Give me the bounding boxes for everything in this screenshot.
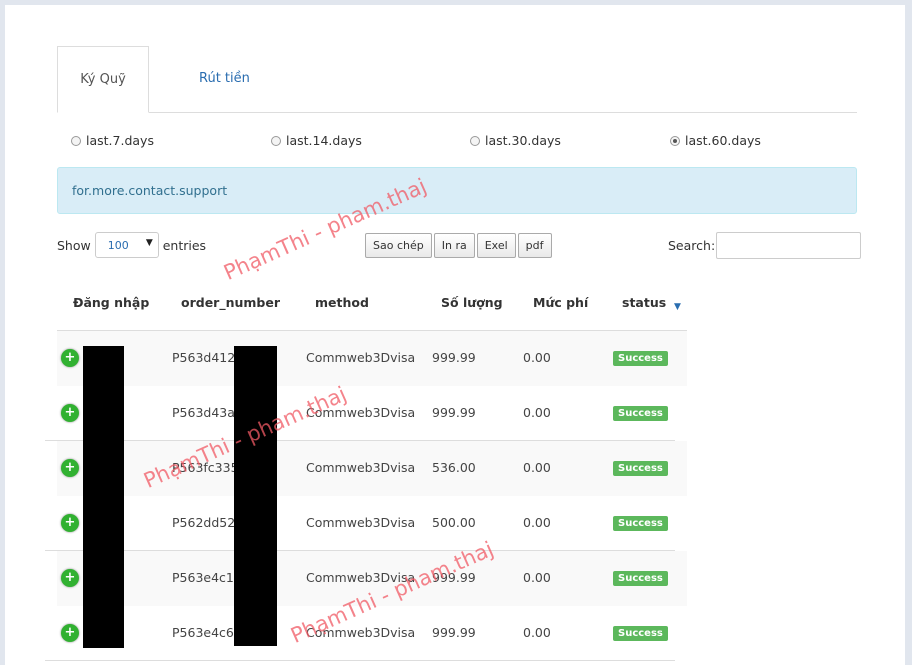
order-number: P563e4c6c (172, 625, 241, 640)
search-label: Search: (668, 238, 716, 253)
expand-row-icon[interactable]: + (61, 404, 79, 422)
search-input[interactable] (716, 232, 862, 259)
method: Commweb3Dvisa (306, 460, 416, 475)
col-login[interactable]: Đăng nhập (73, 295, 149, 310)
show-label: Show (57, 237, 91, 253)
order-number: P563fc335 (172, 460, 239, 475)
method: Commweb3Dvisa (306, 350, 416, 365)
status-badge: Success (613, 516, 668, 531)
radio-last-60-days[interactable]: last.60.days (670, 133, 761, 148)
amount: 500.00 (432, 515, 476, 530)
table-header: Đăng nhập order_number method Số lượng M… (57, 280, 687, 331)
tab-deposit[interactable]: Ký Quỹ (57, 46, 149, 113)
radio-icon[interactable] (71, 135, 81, 146)
col-amount[interactable]: Số lượng (441, 295, 503, 310)
radio-icon[interactable] (670, 135, 680, 146)
fee: 0.00 (523, 460, 551, 475)
fee: 0.00 (523, 625, 551, 640)
copy-button[interactable]: Sao chép (365, 233, 432, 258)
col-method[interactable]: method (315, 295, 369, 310)
order-number: P562dd520 (172, 515, 244, 530)
radio-last-14-days[interactable]: last.14.days (271, 133, 362, 148)
status-badge: Success (613, 626, 668, 641)
pdf-button[interactable]: pdf (517, 233, 552, 258)
export-buttons: Sao chép In ra Exel pdf (365, 233, 552, 258)
expand-row-icon[interactable]: + (61, 569, 79, 587)
redaction-box (234, 346, 277, 646)
print-button[interactable]: In ra (433, 233, 475, 258)
method: Commweb3Dvisa (306, 625, 416, 640)
fee: 0.00 (523, 515, 551, 530)
status-badge: Success (613, 406, 668, 421)
expand-row-icon[interactable]: + (61, 349, 79, 367)
radio-last-30-days[interactable]: last.30.days (470, 133, 561, 148)
tab-withdraw[interactable]: Rút tiền (175, 46, 274, 113)
radio-label: last.30.days (485, 133, 561, 148)
fee: 0.00 (523, 405, 551, 420)
order-number: P563d43a5 (172, 405, 243, 420)
method: Commweb3Dvisa (306, 570, 416, 585)
method: Commweb3Dvisa (306, 405, 416, 420)
order-number: P563d4122 (172, 350, 244, 365)
status-badge: Success (613, 571, 668, 586)
amount: 999.99 (432, 350, 476, 365)
length-control: Show 100 ▼ entries (57, 232, 206, 258)
status-badge: Success (613, 351, 668, 366)
radio-last-7-days[interactable]: last.7.days (71, 133, 154, 148)
status-badge: Success (613, 461, 668, 476)
table-row: + P563e4c6c Commweb3Dvisa 999.99 0.00 Su… (45, 606, 687, 661)
entries-value: 100 (107, 239, 129, 252)
amount: 999.99 (432, 625, 476, 640)
radio-label: last.7.days (86, 133, 154, 148)
amount: 999.99 (432, 570, 476, 585)
expand-row-icon[interactable]: + (61, 624, 79, 642)
chevron-down-icon: ▼ (145, 238, 153, 248)
col-fee[interactable]: Mức phí (533, 295, 588, 310)
table-row: + P563e4c19 Commweb3Dvisa 999.99 0.00 Su… (57, 551, 687, 606)
sort-desc-icon[interactable]: ▼ (674, 302, 681, 312)
excel-button[interactable]: Exel (476, 233, 516, 258)
entries-label: entries (162, 237, 207, 253)
search-control: Search: (668, 232, 862, 259)
table-row: + P563fc335 Commweb3Dvisa 536.00 0.00 Su… (57, 441, 687, 496)
expand-row-icon[interactable]: + (61, 459, 79, 477)
info-alert: for.more.contact.support (57, 167, 857, 214)
tab-bar: Ký Quỹ Rút tiền (57, 46, 857, 113)
radio-icon[interactable] (470, 135, 480, 146)
table-row: + P563d4122 Commweb3Dvisa 999.99 0.00 Su… (57, 331, 687, 386)
redaction-box (83, 346, 124, 648)
amount: 536.00 (432, 460, 476, 475)
entries-select[interactable]: 100 ▼ (94, 232, 159, 258)
col-order-number[interactable]: order_number (181, 295, 280, 310)
order-number: P563e4c19 (172, 570, 242, 585)
table-row: + P562dd520 Commweb3Dvisa 500.00 0.00 Su… (45, 496, 687, 551)
col-status[interactable]: status (622, 295, 666, 310)
radio-label: last.14.days (286, 133, 362, 148)
expand-row-icon[interactable]: + (61, 514, 79, 532)
method: Commweb3Dvisa (306, 515, 416, 530)
fee: 0.00 (523, 350, 551, 365)
fee: 0.00 (523, 570, 551, 585)
radio-icon[interactable] (271, 135, 281, 146)
table-row: + P563d43a5 Commweb3Dvisa 999.99 0.00 Su… (45, 386, 687, 441)
amount: 999.99 (432, 405, 476, 420)
row-divider (45, 660, 675, 661)
radio-label: last.60.days (685, 133, 761, 148)
